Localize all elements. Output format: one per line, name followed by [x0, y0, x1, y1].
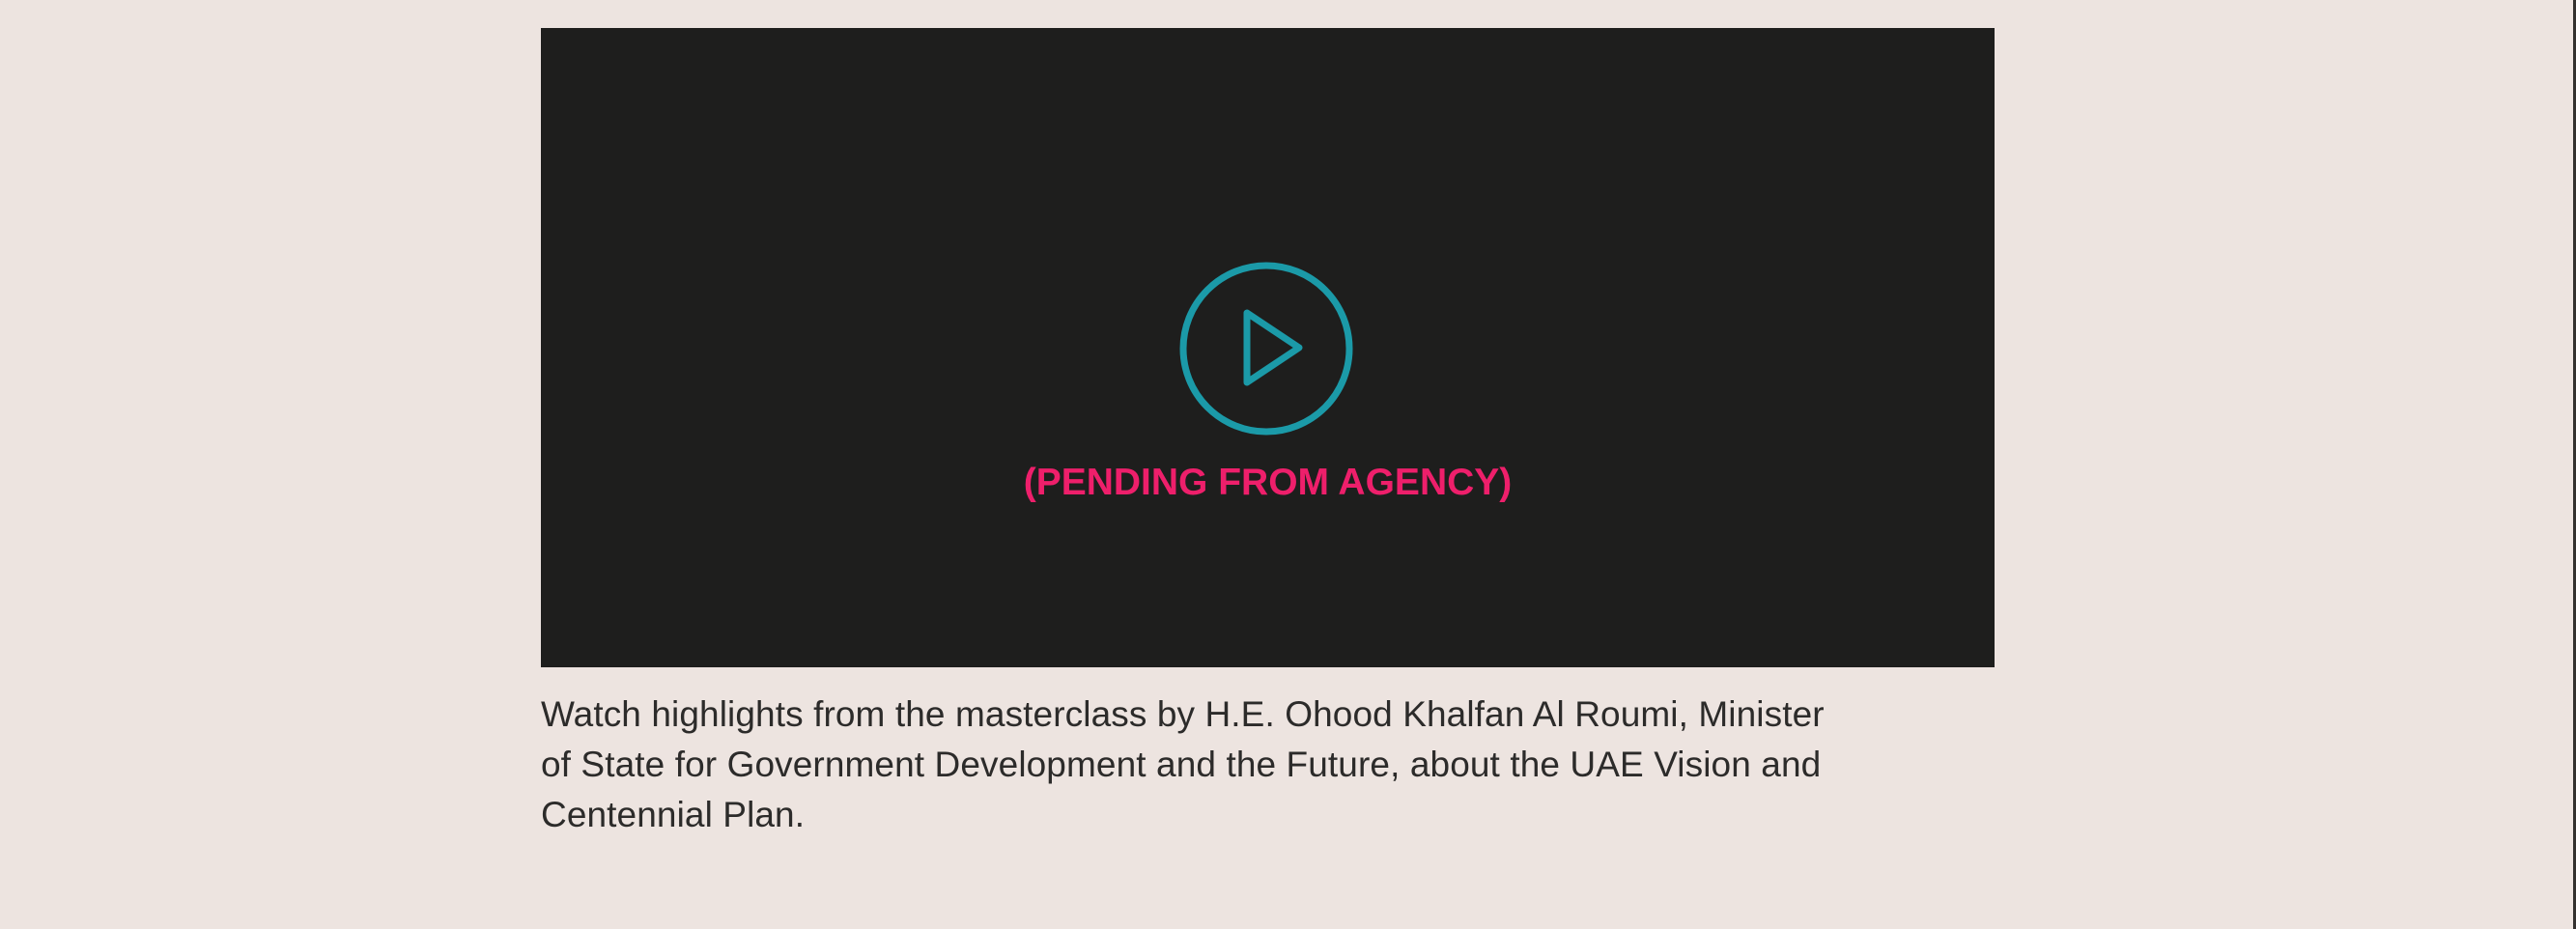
caption-line: Centennial Plan. [541, 795, 806, 834]
play-button[interactable] [1178, 261, 1354, 436]
caption-line: Watch highlights from the masterclass by… [541, 694, 1825, 734]
video-player[interactable]: (PENDING FROM AGENCY) [541, 28, 1995, 667]
pending-agency-label: (PENDING FROM AGENCY) [1023, 462, 1513, 503]
caption-line: of State for Government Development and … [541, 745, 1822, 784]
video-caption: Watch highlights from the masterclass by… [541, 690, 1970, 840]
play-circle-icon [1179, 262, 1353, 436]
